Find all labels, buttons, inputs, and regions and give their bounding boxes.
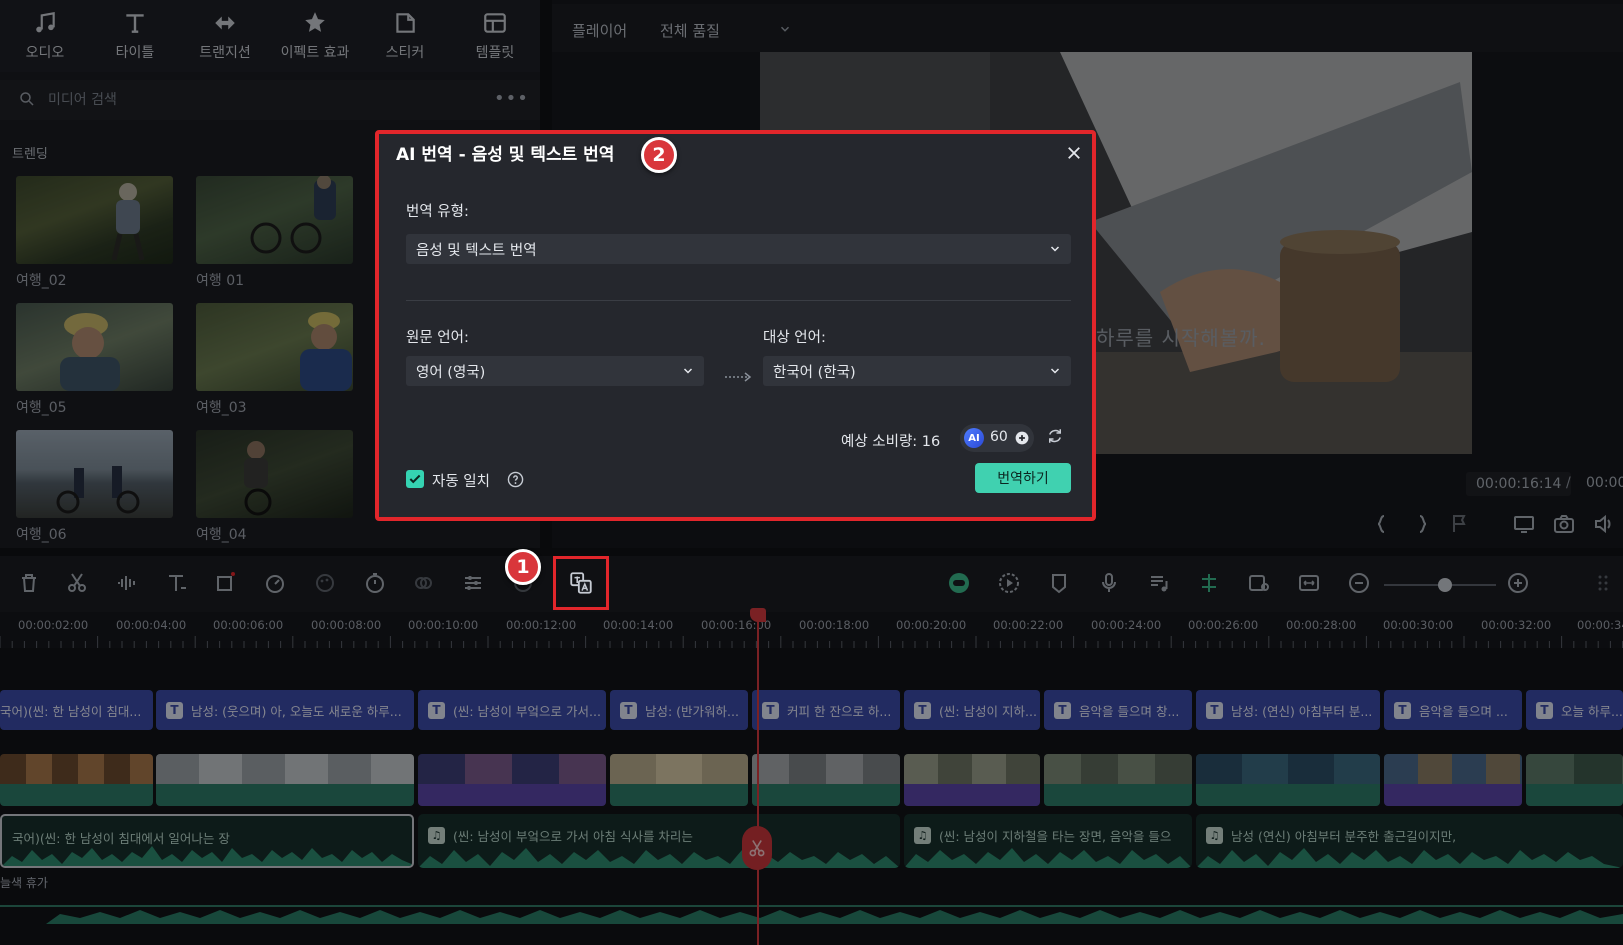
- estimated-cost-label: 예상 소비량: 16: [841, 434, 941, 450]
- chevron-down-icon: [683, 368, 693, 374]
- translation-type-label: 번역 유형:: [406, 204, 469, 220]
- ai-translate-button[interactable]: [553, 556, 609, 610]
- step-badge-1: 1: [505, 549, 541, 585]
- ai-translate-icon: [570, 572, 592, 594]
- help-circle-icon[interactable]: [507, 471, 524, 488]
- chevron-down-icon: [1050, 368, 1060, 374]
- source-language-value: 영어 (영국): [416, 364, 486, 381]
- divider: [406, 300, 1071, 301]
- target-language-select[interactable]: 한국어 (한국): [763, 356, 1071, 386]
- plus-circle-icon: [1015, 431, 1029, 445]
- ai-translation-dialog: AI 번역 - 음성 및 텍스트 번역 번역 유형: 음성 및 텍스트 번역 원…: [375, 130, 1096, 521]
- checkmark-icon: [409, 474, 421, 484]
- ai-credit-icon: AI: [964, 428, 984, 448]
- translation-type-select[interactable]: 음성 및 텍스트 번역: [406, 234, 1071, 264]
- dialog-title: AI 번역 - 음성 및 텍스트 번역: [396, 145, 615, 165]
- target-language-label: 대상 언어:: [763, 330, 826, 346]
- auto-match-label: 자동 일치: [432, 474, 490, 490]
- translate-submit-button[interactable]: 번역하기: [975, 463, 1071, 493]
- ai-credits-count: 60: [990, 429, 1008, 445]
- auto-match-checkbox[interactable]: [406, 470, 424, 488]
- ai-credits-badge[interactable]: AI 60: [960, 424, 1034, 452]
- refresh-icon[interactable]: [1046, 427, 1064, 445]
- translation-type-value: 음성 및 텍스트 번역: [416, 242, 537, 259]
- arrow-right-icon: [725, 372, 752, 382]
- source-language-select[interactable]: 영어 (영국): [406, 356, 704, 386]
- close-icon[interactable]: [1065, 144, 1083, 162]
- chevron-down-icon: [1050, 246, 1060, 252]
- source-language-label: 원문 언어:: [406, 330, 469, 346]
- step-badge-2: 2: [641, 137, 677, 173]
- target-language-value: 한국어 (한국): [773, 364, 856, 381]
